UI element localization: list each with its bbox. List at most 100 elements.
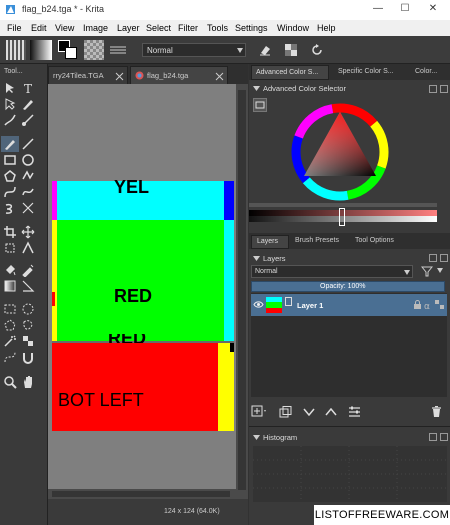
- background-color-swatch[interactable]: [65, 47, 77, 59]
- menu-select[interactable]: Select: [146, 23, 171, 33]
- color-history-bar[interactable]: [249, 203, 437, 207]
- close-docker-button[interactable]: [440, 254, 448, 262]
- close-icon[interactable]: [115, 72, 124, 81]
- filter-icon[interactable]: [421, 266, 433, 277]
- rectangle-tool[interactable]: [3, 153, 17, 167]
- polygonal-selection-tool[interactable]: [3, 318, 17, 332]
- rectangular-selection-tool[interactable]: [3, 302, 17, 316]
- measure-tool[interactable]: [21, 279, 35, 293]
- collapse-arrow-icon[interactable]: [253, 85, 260, 92]
- polyline-tool[interactable]: [21, 169, 35, 183]
- tab-layers[interactable]: Layers: [251, 235, 289, 249]
- alpha-lock-icon[interactable]: α: [424, 300, 433, 310]
- color-selector-settings-button[interactable]: [253, 98, 267, 112]
- collapse-arrow-icon[interactable]: [253, 434, 260, 441]
- horizontal-scrollbar[interactable]: [48, 489, 236, 499]
- collapse-arrow-icon[interactable]: [253, 255, 260, 262]
- fill-tool[interactable]: [3, 263, 17, 277]
- assistant-tool[interactable]: [21, 241, 35, 255]
- transform-tool[interactable]: [3, 241, 17, 255]
- maximize-button[interactable]: ☐: [399, 3, 411, 15]
- dynamic-brush-tool[interactable]: [3, 113, 17, 127]
- reload-preset-icon[interactable]: [310, 43, 324, 57]
- magnetic-selection-tool[interactable]: [21, 350, 35, 364]
- layer-properties-icon[interactable]: [348, 406, 361, 418]
- blend-mode-select[interactable]: Normal: [142, 43, 246, 57]
- add-layer-button[interactable]: [251, 404, 267, 418]
- polygon-tool[interactable]: [3, 169, 17, 183]
- delete-layer-icon[interactable]: [431, 406, 442, 418]
- float-docker-button[interactable]: [429, 254, 437, 262]
- bezier-curve-tool[interactable]: [3, 185, 17, 199]
- preserve-alpha-icon[interactable]: [284, 43, 298, 57]
- canvas-viewport[interactable]: YEL RED RED BOT LEFT: [48, 84, 248, 499]
- text-tool[interactable]: T: [21, 81, 35, 96]
- select-shapes-tool[interactable]: [3, 81, 17, 95]
- fill-gradient-edit-tool[interactable]: [21, 113, 35, 127]
- edit-brush-settings-icon[interactable]: [108, 45, 128, 55]
- menu-tools[interactable]: Tools: [207, 23, 228, 33]
- pan-tool[interactable]: [21, 375, 35, 389]
- menu-settings[interactable]: Settings: [235, 23, 268, 33]
- tab-color-other[interactable]: Color...: [411, 65, 449, 80]
- bezier-selection-tool[interactable]: [3, 350, 17, 364]
- move-layer-down-icon[interactable]: [303, 408, 315, 416]
- brush-preset-button[interactable]: [6, 40, 26, 60]
- freehand-brush-tool[interactable]: [1, 136, 19, 152]
- float-docker-button[interactable]: [429, 433, 437, 441]
- edit-shapes-tool[interactable]: [3, 97, 17, 111]
- vertical-scrollbar[interactable]: [236, 84, 248, 499]
- close-button[interactable]: ✕: [427, 3, 439, 15]
- eraser-mode-icon[interactable]: [258, 43, 272, 57]
- color-sampler-tool[interactable]: [21, 263, 35, 278]
- lock-icon[interactable]: [413, 300, 422, 310]
- elliptical-selection-tool[interactable]: [21, 302, 35, 316]
- layer-blend-mode-select[interactable]: Normal: [251, 265, 413, 278]
- dynamic-brush-tool-2[interactable]: [3, 201, 17, 215]
- tab-rry24tilea[interactable]: rry24Tilea.TGA: [48, 66, 128, 84]
- menu-file[interactable]: File: [7, 23, 22, 33]
- menu-view[interactable]: View: [55, 23, 74, 33]
- layer-name[interactable]: Layer 1: [297, 301, 323, 310]
- move-layer-up-icon[interactable]: [325, 408, 337, 416]
- chevron-down-icon[interactable]: [437, 268, 443, 273]
- inherit-alpha-icon[interactable]: [435, 300, 444, 309]
- menu-window[interactable]: Window: [277, 23, 309, 33]
- opacity-slider[interactable]: Opacity: 100%: [251, 281, 445, 292]
- menu-image[interactable]: Image: [83, 23, 108, 33]
- minimize-button[interactable]: —: [372, 3, 384, 15]
- calligraphy-tool[interactable]: [21, 97, 35, 111]
- close-icon[interactable]: [215, 72, 224, 81]
- gradient-tool[interactable]: [3, 279, 17, 293]
- ellipse-tool[interactable]: [21, 153, 35, 167]
- foreground-background-color[interactable]: [58, 40, 78, 60]
- menu-help[interactable]: Help: [317, 23, 336, 33]
- crop-tool[interactable]: [3, 225, 17, 239]
- layer-row[interactable]: Layer 1 α: [251, 294, 447, 316]
- menu-filter[interactable]: Filter: [178, 23, 198, 33]
- menu-layer[interactable]: Layer: [117, 23, 140, 33]
- hue-ring-triangle-selector[interactable]: [290, 102, 390, 202]
- eye-visibility-icon[interactable]: [253, 300, 264, 309]
- zoom-tool[interactable]: [3, 375, 17, 389]
- close-docker-button[interactable]: [440, 433, 448, 441]
- float-docker-button[interactable]: [429, 85, 437, 93]
- scrollbar-thumb[interactable]: [52, 491, 230, 497]
- tab-tool-options[interactable]: Tool Options: [353, 235, 413, 249]
- move-tool[interactable]: [21, 225, 35, 239]
- menu-edit[interactable]: Edit: [31, 23, 47, 33]
- freehand-selection-tool[interactable]: [21, 318, 35, 332]
- scrollbar-thumb[interactable]: [238, 90, 246, 490]
- tab-specific-color-selector[interactable]: Specific Color S...: [333, 65, 409, 80]
- close-docker-button[interactable]: [440, 85, 448, 93]
- duplicate-layer-icon[interactable]: [279, 406, 292, 418]
- tab-flag-b24[interactable]: flag_b24.tga: [130, 66, 228, 84]
- pattern-button[interactable]: [84, 40, 104, 60]
- tab-brush-presets[interactable]: Brush Presets: [293, 235, 349, 249]
- line-tool[interactable]: [21, 137, 35, 151]
- tab-advanced-color-selector[interactable]: Advanced Color S...: [251, 65, 329, 80]
- contiguous-selection-tool[interactable]: [3, 334, 17, 348]
- gradient-button[interactable]: [30, 40, 52, 60]
- similar-color-selection-tool[interactable]: [21, 334, 35, 348]
- multibrush-tool[interactable]: [21, 201, 35, 215]
